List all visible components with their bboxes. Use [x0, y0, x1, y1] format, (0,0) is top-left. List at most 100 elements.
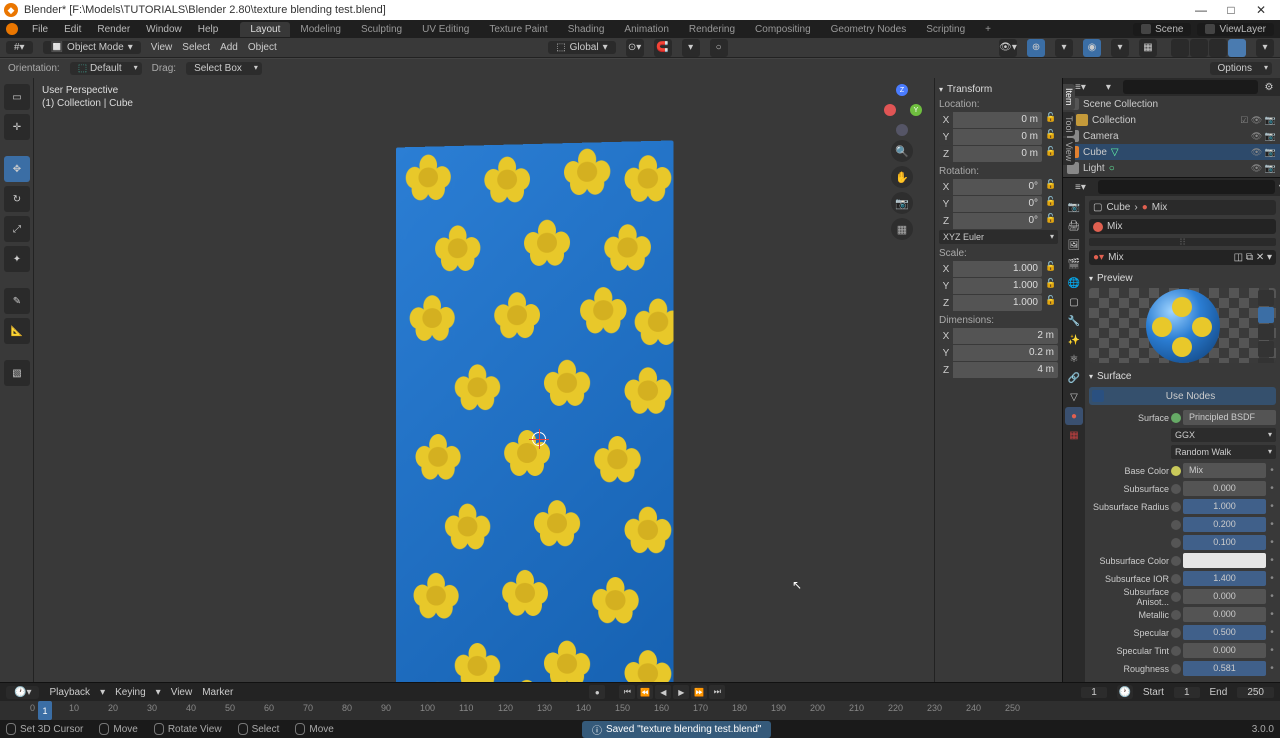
ptab-scene[interactable]: 🎬 [1065, 255, 1083, 273]
outliner-filter[interactable]: ⚙ [1262, 80, 1276, 94]
dim-x[interactable]: 2 m [953, 328, 1058, 344]
ptab-constraint[interactable]: 🔗 [1065, 369, 1083, 387]
prop-anim-dot[interactable]: • [1268, 591, 1276, 602]
prop-anim-dot[interactable]: • [1268, 483, 1276, 494]
persp-toggle-button[interactable]: ▦ [891, 218, 913, 240]
prev-cube[interactable] [1258, 324, 1274, 340]
scl-x[interactable]: 1.000 [953, 261, 1042, 277]
rotation-mode[interactable]: XYZ Euler [939, 230, 1058, 244]
ptab-physics[interactable]: ⚛ [1065, 350, 1083, 368]
shading-rendered[interactable] [1228, 39, 1246, 57]
tool-transform[interactable]: ✦ [4, 246, 30, 272]
prop-anim-dot[interactable]: • [1268, 501, 1276, 512]
prop-anim-dot[interactable]: • [1268, 573, 1276, 584]
dim-y[interactable]: 0.2 m [953, 345, 1058, 361]
autokey-toggle[interactable]: ● [589, 685, 605, 699]
scene-selector[interactable]: Scene [1133, 23, 1191, 36]
socket-dot[interactable] [1171, 502, 1181, 512]
prop-value[interactable]: Mix [1183, 463, 1266, 478]
prop-value[interactable]: 0.000 [1183, 607, 1266, 622]
prop-value[interactable]: 0.200 [1183, 517, 1266, 532]
tool-select[interactable]: ▭ [4, 84, 30, 110]
zoom-button[interactable]: 🔍 [891, 140, 913, 162]
play-reverse[interactable]: ◀ [655, 685, 671, 699]
ptab-particle[interactable]: ✨ [1065, 331, 1083, 349]
prop-anim-dot[interactable]: • [1268, 609, 1276, 620]
outliner-light[interactable]: Light○👁 📷 [1063, 160, 1280, 176]
tool-annotate[interactable]: ✎ [4, 288, 30, 314]
outliner-cube[interactable]: Cube▽👁 📷 [1063, 144, 1280, 160]
prev-shader[interactable] [1258, 358, 1274, 363]
loc-z[interactable]: 0 m [953, 146, 1042, 162]
scl-z[interactable]: 1.000 [953, 295, 1042, 311]
tab-geonodes[interactable]: Geometry Nodes [821, 22, 917, 37]
maximize-button[interactable]: □ [1216, 3, 1246, 17]
snap-toggle[interactable]: 🧲 [654, 39, 672, 57]
prev-flat[interactable] [1258, 290, 1274, 306]
shading-dropdown[interactable]: ▾ [1256, 39, 1274, 57]
autokey2[interactable]: 🕐 [1117, 685, 1133, 699]
outliner-display[interactable]: ▾ [1098, 81, 1119, 94]
tab-sculpting[interactable]: Sculpting [351, 22, 412, 37]
prop-value[interactable]: 0.000 [1183, 589, 1266, 604]
proportional-toggle[interactable]: ○ [710, 39, 728, 57]
play[interactable]: ▶ [673, 685, 689, 699]
prop-value[interactable]: 0.500 [1183, 625, 1266, 640]
current-frame[interactable]: 1 [1081, 687, 1107, 698]
prop-anim-dot[interactable]: • [1268, 645, 1276, 656]
tab-scripting[interactable]: Scripting [916, 22, 975, 37]
socket-dot[interactable] [1171, 556, 1181, 566]
menu-window[interactable]: Window [144, 24, 184, 35]
socket-dot[interactable] [1171, 628, 1181, 638]
ptab-texture[interactable]: ▦ [1065, 426, 1083, 444]
ptab-output[interactable]: 🖨 [1065, 217, 1083, 235]
tool-move[interactable]: ✥ [4, 156, 30, 182]
timeline-type[interactable]: 🕐▾ [6, 686, 39, 699]
xray-toggle[interactable]: ▦ [1139, 39, 1157, 57]
tl-marker[interactable]: Marker [202, 687, 233, 698]
start-frame[interactable]: 1 [1174, 687, 1200, 698]
axis-z[interactable]: Z [896, 84, 908, 96]
tl-view[interactable]: View [171, 687, 193, 698]
prev-hair[interactable] [1258, 341, 1274, 357]
socket-dot[interactable] [1171, 592, 1181, 602]
hdr-view[interactable]: View [151, 42, 173, 53]
tab-animation[interactable]: Animation [614, 22, 678, 37]
overlay-toggle[interactable]: ◉ [1083, 39, 1101, 57]
socket-dot[interactable] [1171, 538, 1181, 548]
next-key[interactable]: ⏩ [691, 685, 707, 699]
prop-value[interactable]: 1.400 [1183, 571, 1266, 586]
rot-x[interactable]: 0° [953, 179, 1042, 195]
outliner-scene-collection[interactable]: Scene Collection [1063, 96, 1280, 112]
shading-wire[interactable] [1171, 39, 1189, 57]
socket-dot[interactable] [1171, 664, 1181, 674]
rot-z[interactable]: 0° [953, 213, 1042, 229]
shading-matprev[interactable] [1209, 39, 1227, 57]
minimize-button[interactable]: — [1186, 3, 1216, 17]
snap-dropdown[interactable]: ▾ [682, 39, 700, 57]
socket-dot[interactable] [1171, 610, 1181, 620]
playhead[interactable]: 1 [38, 701, 52, 720]
tool-scale[interactable]: ⤢ [4, 216, 30, 242]
tl-playback[interactable]: Playback [49, 687, 90, 698]
transform-orientation[interactable]: ⬚ Global ▾ [548, 41, 615, 54]
prop-anim-dot[interactable]: • [1268, 537, 1276, 548]
tool-cursor[interactable]: ✛ [4, 114, 30, 140]
ptab-data[interactable]: ▽ [1065, 388, 1083, 406]
tool-rotate[interactable]: ↻ [4, 186, 30, 212]
scl-y[interactable]: 1.000 [953, 278, 1042, 294]
prop-value[interactable]: 0.100 [1183, 535, 1266, 550]
tab-uv[interactable]: UV Editing [412, 22, 479, 37]
surface-header[interactable]: Surface [1089, 371, 1276, 382]
mode-dropdown[interactable]: 🔲 Object Mode ▾ [43, 41, 141, 54]
jump-end[interactable]: ⏭ [709, 685, 725, 699]
outliner-search[interactable] [1123, 80, 1258, 94]
socket-dot[interactable] [1171, 484, 1181, 494]
use-nodes-checkbox[interactable] [1092, 390, 1104, 402]
tab-modeling[interactable]: Modeling [290, 22, 351, 37]
tl-keying[interactable]: Keying [115, 687, 146, 698]
orientation-value[interactable]: ⬚ Default [70, 62, 142, 75]
pan-button[interactable]: ✋ [891, 166, 913, 188]
distribution-select[interactable]: GGX [1171, 428, 1276, 442]
prop-anim-dot[interactable]: • [1268, 663, 1276, 674]
